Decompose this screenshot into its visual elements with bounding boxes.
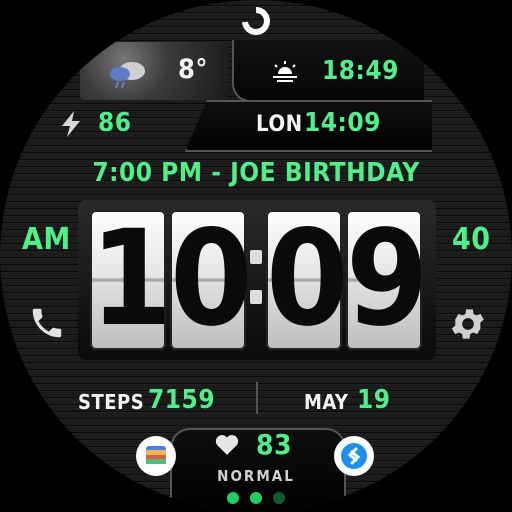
heart-rate-status: NORMAL — [217, 467, 295, 485]
minute-tens-card: 0 — [266, 204, 349, 354]
minute-ones-digit: 9 — [346, 202, 429, 356]
colon-top-dot — [250, 250, 262, 264]
wallet-icon — [146, 446, 166, 464]
app-indicator-icon[interactable] — [240, 6, 272, 42]
watch-face: 8° 18:49 86 LON 14:09 7:00 PM - JOE BIRT… — [0, 0, 512, 512]
minute-tens-digit: 0 — [266, 202, 349, 356]
page-dot-3[interactable] — [273, 492, 285, 504]
shazam-icon — [341, 443, 367, 469]
heart-icon — [213, 432, 241, 460]
hour-ones-card: 0 — [170, 204, 253, 354]
date-month: MAY — [304, 390, 349, 414]
temperature-value: 8° — [178, 54, 209, 85]
sunset-icon — [270, 60, 300, 86]
battery-value: 86 — [98, 108, 132, 138]
seconds-value: 40 — [452, 222, 491, 257]
world-clock-city: LON — [256, 112, 303, 137]
hour-tens-digit: 1 — [90, 202, 173, 356]
steps-value[interactable]: 7159 — [148, 385, 215, 415]
page-dot-2[interactable] — [250, 492, 262, 504]
page-dot-1[interactable] — [227, 492, 239, 504]
hour-ones-digit: 0 — [170, 202, 253, 356]
cloud-rain-icon — [108, 58, 150, 94]
minute-ones-card: 9 — [346, 204, 429, 354]
gear-icon[interactable] — [448, 304, 488, 348]
divider — [256, 382, 258, 414]
bolt-icon — [58, 110, 84, 142]
world-clock-time: 14:09 — [304, 108, 381, 138]
date-day[interactable]: 19 — [357, 385, 391, 415]
sunset-time: 18:49 — [322, 56, 399, 86]
shazam-app-button[interactable] — [334, 436, 374, 476]
steps-label: STEPS — [78, 390, 145, 414]
ampm-indicator: AM — [22, 222, 71, 257]
phone-icon[interactable] — [28, 304, 66, 346]
wallet-app-button[interactable] — [136, 436, 176, 476]
event-text[interactable]: 7:00 PM - JOE BIRTHDAY — [0, 158, 512, 188]
hour-tens-card: 1 — [90, 204, 173, 354]
heart-rate-value: 83 — [256, 428, 293, 461]
colon-bottom-dot — [250, 290, 262, 304]
